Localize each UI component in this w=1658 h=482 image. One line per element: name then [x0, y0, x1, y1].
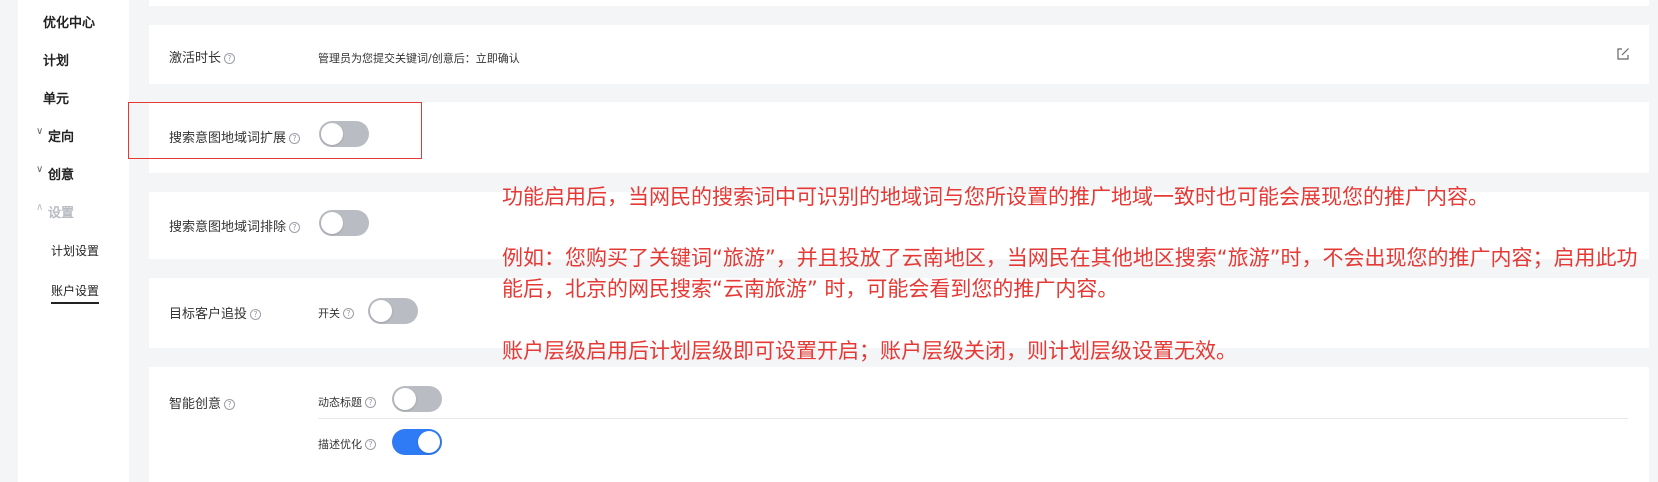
- edit-icon[interactable]: [1616, 47, 1630, 61]
- dynamic-title-label: 动态标题?: [318, 394, 376, 410]
- geo-exclude-label: 搜索意图地域词排除?: [169, 216, 301, 235]
- chevron-down-icon: ∨: [36, 164, 44, 175]
- annotation-line-3: 账户层级启用后计划层级即可设置开启；账户层级关闭，则计划层级设置无效。: [502, 339, 1237, 363]
- smart-creative-label: 智能创意?: [169, 393, 236, 412]
- sidebar-item-label: 优化中心: [43, 16, 96, 31]
- card-smart-creative: [149, 367, 1649, 482]
- sidebar-item-label: 创意: [48, 168, 75, 183]
- sidebar: 优化中心 计划 单元 ∨ 定向 ∨ 创意 ∧ 设置 计划设置 账户设置: [18, 0, 129, 482]
- highlight-box: [128, 102, 422, 159]
- sidebar-subitem-account-settings[interactable]: 账户设置: [51, 282, 100, 304]
- description-optimization-label: 描述优化?: [318, 436, 376, 452]
- question-circle-icon[interactable]: ?: [250, 309, 262, 320]
- question-circle-icon[interactable]: ?: [224, 399, 236, 410]
- sidebar-item-label: 单元: [43, 92, 70, 107]
- activation-label: 激活时长?: [169, 47, 236, 66]
- sidebar-item-label: 计划: [43, 54, 70, 69]
- annotation-line-2: 例如：您购买了关键词“旅游”，并且投放了云南地区，当网民在其他地区搜索“旅游”时…: [502, 246, 1638, 301]
- sidebar-item-label: 设置: [48, 206, 75, 221]
- sidebar-item-optimization-center[interactable]: 优化中心: [43, 12, 95, 31]
- toggle-knob: [370, 300, 392, 322]
- question-circle-icon[interactable]: ?: [365, 397, 376, 408]
- sidebar-item-unit[interactable]: 单元: [43, 88, 69, 107]
- dynamic-title-toggle[interactable]: [392, 386, 442, 412]
- divider: [318, 418, 1628, 419]
- target-retarget-toggle[interactable]: [368, 298, 418, 324]
- sidebar-subitem-plan-settings[interactable]: 计划设置: [51, 242, 99, 259]
- switch-label: 开关?: [318, 305, 354, 321]
- question-circle-icon[interactable]: ?: [365, 439, 376, 450]
- question-circle-icon[interactable]: ?: [343, 308, 354, 319]
- sidebar-item-plan[interactable]: 计划: [43, 50, 69, 69]
- annotation-line-1: 功能启用后，当网民的搜索词中可识别的地域词与您所设置的推广地域一致时也可能会展现…: [502, 185, 1489, 209]
- question-circle-icon[interactable]: ?: [289, 222, 301, 233]
- chevron-down-icon: ∨: [36, 126, 44, 137]
- description-optimization-toggle[interactable]: [392, 429, 442, 455]
- sidebar-item-creative[interactable]: ∨ 创意: [36, 164, 75, 183]
- question-circle-icon[interactable]: ?: [224, 53, 236, 64]
- toggle-knob: [418, 431, 440, 453]
- chevron-up-icon: ∧: [36, 202, 44, 213]
- toggle-knob: [321, 212, 343, 234]
- card-top-remnant: [149, 0, 1649, 6]
- target-retarget-label: 目标客户追投?: [169, 303, 262, 322]
- sidebar-item-settings[interactable]: ∧ 设置: [36, 202, 75, 221]
- sidebar-item-label: 定向: [48, 130, 75, 145]
- geo-exclude-toggle[interactable]: [319, 210, 369, 236]
- sidebar-item-targeting[interactable]: ∨ 定向: [36, 126, 75, 145]
- sidebar-subitem-label: 计划设置: [51, 244, 100, 258]
- activation-value: 管理员为您提交关键词/创意后：立即确认: [318, 52, 520, 65]
- toggle-knob: [394, 388, 416, 410]
- sidebar-subitem-label: 账户设置: [51, 284, 100, 298]
